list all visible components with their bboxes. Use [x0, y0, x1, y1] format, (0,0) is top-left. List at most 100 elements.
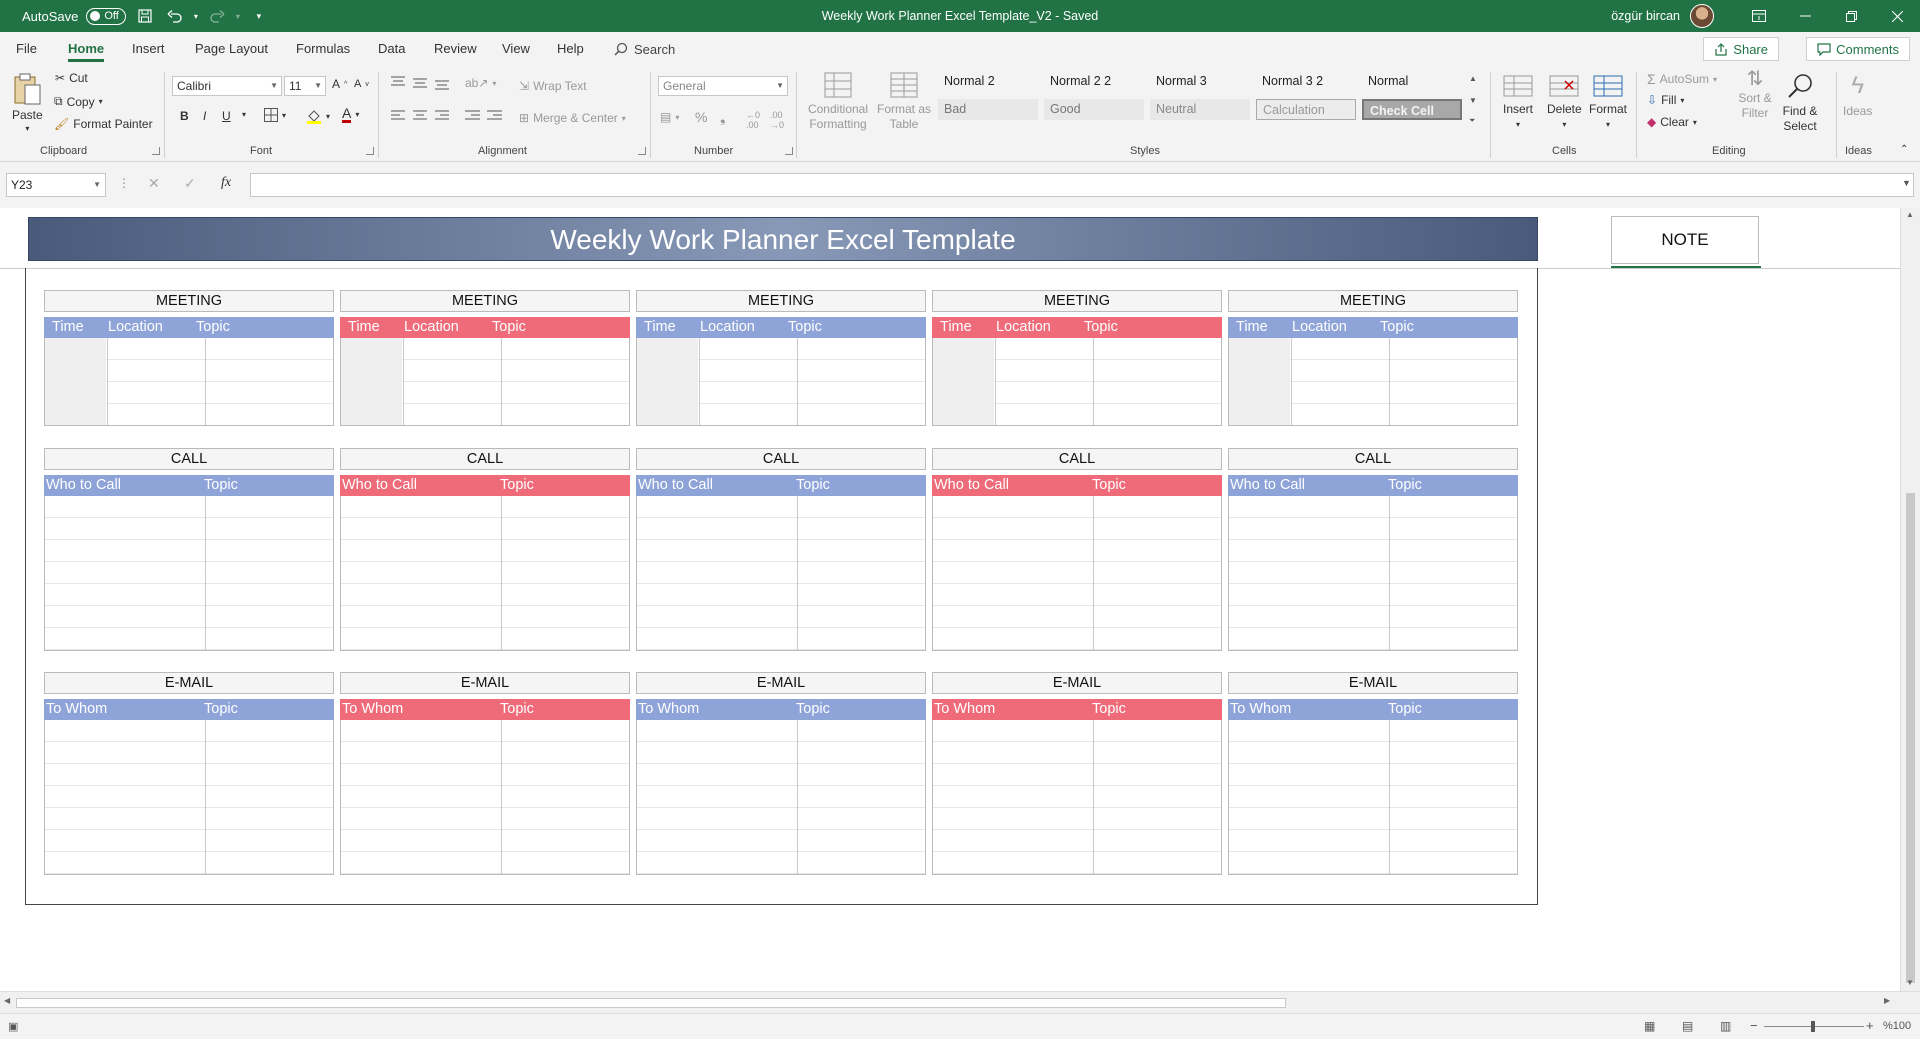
style-normal-2[interactable]: Normal 2	[938, 71, 1038, 92]
font-size-dropdown[interactable]: 11 ▼	[284, 76, 326, 96]
function-icon[interactable]: fx	[221, 175, 231, 191]
font-launcher-icon[interactable]	[366, 147, 374, 155]
email-entry-area[interactable]	[1228, 720, 1518, 875]
style-normal-3[interactable]: Normal 3	[1150, 71, 1250, 92]
save-icon[interactable]	[134, 5, 156, 27]
scroll-down-icon[interactable]: ▼	[1906, 978, 1914, 987]
wrap-text-button[interactable]: ⇲ Wrap Text	[519, 79, 587, 93]
email-entry-area[interactable]	[636, 720, 926, 875]
page-layout-view-icon[interactable]: ▤	[1682, 1019, 1693, 1033]
ideas-button[interactable]: ϟ Ideas	[1843, 72, 1872, 118]
restore-icon[interactable]	[1828, 0, 1874, 32]
gallery-down-icon[interactable]: ▼	[1469, 96, 1477, 105]
clear-button[interactable]: ◆ Clear ▾	[1647, 115, 1697, 129]
time-column[interactable]	[341, 338, 402, 425]
fill-button[interactable]: ⇩ Fill ▾	[1647, 93, 1684, 107]
font-color-icon[interactable]: A ▾	[342, 106, 359, 123]
align-right-icon[interactable]	[435, 110, 449, 122]
format-as-table-button[interactable]: Format as Table	[876, 72, 932, 132]
time-column[interactable]	[45, 338, 106, 425]
style-bad[interactable]: Bad	[938, 99, 1038, 120]
style-normal[interactable]: Normal	[1362, 71, 1462, 92]
italic-button[interactable]: I	[203, 109, 206, 123]
comma-icon[interactable]: ❟	[720, 109, 726, 126]
tab-file[interactable]: File	[16, 41, 37, 56]
tab-formulas[interactable]: Formulas	[296, 41, 350, 56]
call-entry-area[interactable]	[1228, 496, 1518, 651]
redo-dropdown-icon[interactable]: ▾	[236, 12, 240, 21]
email-entry-area[interactable]	[44, 720, 334, 875]
number-launcher-icon[interactable]	[785, 147, 793, 155]
paste-button[interactable]: Paste ▾	[12, 72, 43, 133]
normal-view-icon[interactable]: ▦	[1644, 1019, 1655, 1033]
scroll-right-icon[interactable]: ▶	[1884, 996, 1890, 1005]
more-icon[interactable]: ⋮	[118, 176, 130, 190]
call-entry-area[interactable]	[636, 496, 926, 651]
redo-icon[interactable]	[206, 5, 228, 27]
style-good[interactable]: Good	[1044, 99, 1144, 120]
format-painter-button[interactable]: 🖌 Format Painter	[54, 117, 153, 131]
percent-icon[interactable]: %	[695, 109, 707, 125]
style-neutral[interactable]: Neutral	[1150, 99, 1250, 120]
merge-center-button[interactable]: ⊞ Merge & Center ▾	[519, 111, 626, 125]
style-normal-2-2[interactable]: Normal 2 2	[1044, 71, 1144, 92]
tab-view[interactable]: View	[502, 41, 530, 56]
delete-cells-button[interactable]: Delete ▾	[1547, 72, 1582, 129]
cut-button[interactable]: ✂ Cut	[55, 71, 88, 85]
scroll-up-icon[interactable]: ▲	[1906, 210, 1914, 219]
expand-formula-icon[interactable]: ▼	[1902, 178, 1911, 188]
autosum-button[interactable]: Σ AutoSum ▾	[1647, 71, 1717, 87]
formula-input[interactable]	[250, 173, 1914, 197]
share-button[interactable]: Share	[1703, 37, 1779, 61]
find-select-button[interactable]: Find & Select	[1778, 72, 1822, 134]
tab-review[interactable]: Review	[434, 41, 477, 56]
zoom-out-icon[interactable]: −	[1750, 1018, 1758, 1033]
horizontal-scrollbar[interactable]: ◀ ▶	[0, 991, 1920, 1013]
align-top-icon[interactable]	[391, 76, 405, 88]
enter-icon[interactable]: ✓	[184, 175, 196, 192]
meeting-entry-area[interactable]	[44, 338, 334, 426]
customize-qat-icon[interactable]: ▾	[248, 5, 270, 27]
decrease-indent-icon[interactable]	[465, 110, 480, 122]
fill-color-icon[interactable]: ▾	[306, 108, 330, 124]
scroll-thumb[interactable]	[16, 998, 1286, 1008]
user-name[interactable]: özgür bircan	[1611, 9, 1680, 23]
meeting-entry-area[interactable]	[1228, 338, 1518, 426]
close-icon[interactable]	[1874, 0, 1920, 32]
zoom-in-icon[interactable]: +	[1866, 1018, 1874, 1033]
call-entry-area[interactable]	[340, 496, 630, 651]
scroll-left-icon[interactable]: ◀	[4, 996, 10, 1005]
gallery-more-icon[interactable]: ⏷	[1469, 116, 1475, 126]
gallery-up-icon[interactable]: ▲	[1469, 74, 1477, 83]
cancel-icon[interactable]: ✕	[148, 175, 160, 192]
decrease-decimal-icon[interactable]: .00 →0	[770, 110, 784, 130]
undo-dropdown-icon[interactable]: ▾	[194, 12, 198, 21]
decrease-font-icon[interactable]: Av	[354, 78, 369, 90]
style-check-cell[interactable]: Check Cell	[1362, 99, 1462, 120]
clipboard-launcher-icon[interactable]	[152, 147, 160, 155]
time-column[interactable]	[1229, 338, 1290, 425]
email-entry-area[interactable]	[932, 720, 1222, 875]
ribbon-display-icon[interactable]	[1736, 0, 1782, 32]
align-center-icon[interactable]	[413, 110, 427, 122]
zoom-level[interactable]: %100	[1883, 1020, 1911, 1032]
call-entry-area[interactable]	[932, 496, 1222, 651]
sort-filter-button[interactable]: ⇅ Sort & Filter	[1735, 69, 1775, 121]
vertical-scrollbar[interactable]: ▲ ▼	[1900, 208, 1920, 991]
underline-dropdown-icon[interactable]: ▾	[242, 110, 246, 119]
tab-data[interactable]: Data	[378, 41, 405, 56]
currency-icon[interactable]: ▤ ▾	[660, 110, 679, 124]
macro-record-icon[interactable]: ▣	[8, 1020, 18, 1033]
increase-indent-icon[interactable]	[487, 110, 502, 122]
call-entry-area[interactable]	[44, 496, 334, 651]
tab-home[interactable]: Home	[68, 41, 105, 62]
tab-help[interactable]: Help	[557, 41, 584, 56]
conditional-formatting-button[interactable]: Conditional Formatting	[806, 72, 870, 132]
meeting-entry-area[interactable]	[340, 338, 630, 426]
scroll-thumb[interactable]	[1906, 493, 1915, 983]
undo-icon[interactable]	[164, 5, 186, 27]
style-normal-3-2[interactable]: Normal 3 2	[1256, 71, 1356, 92]
tab-page-layout[interactable]: Page Layout	[195, 41, 268, 56]
collapse-ribbon-icon[interactable]: ⌃	[1900, 144, 1908, 155]
align-left-icon[interactable]	[391, 110, 405, 122]
